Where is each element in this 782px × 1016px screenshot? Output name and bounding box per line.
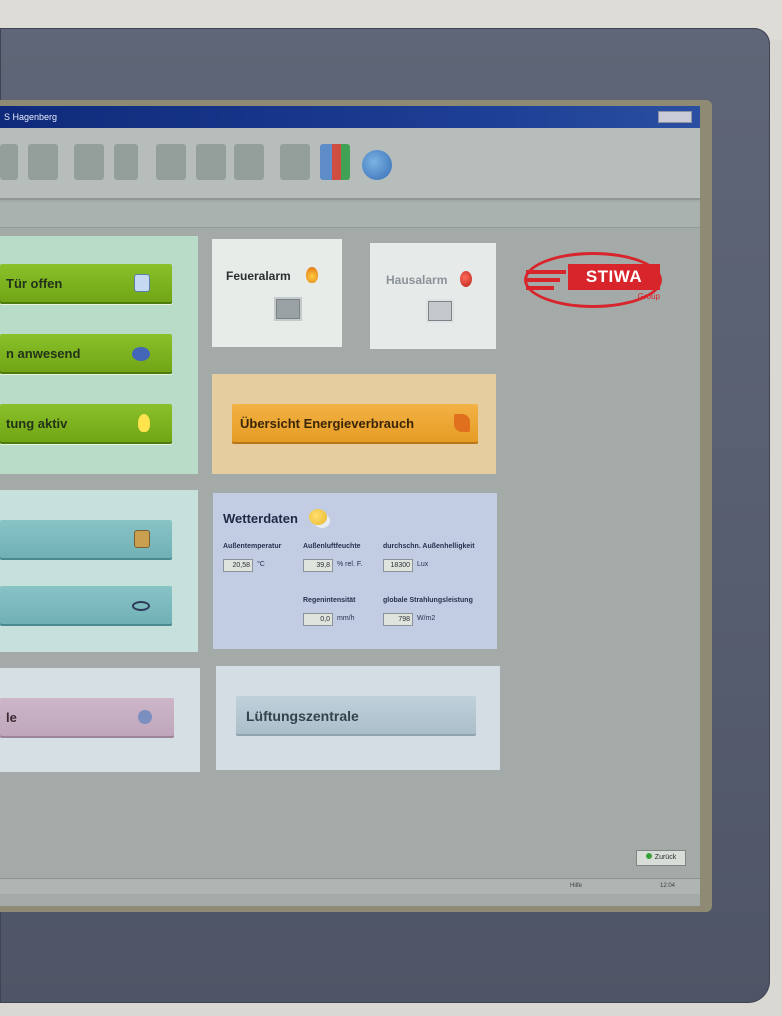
control-center-button[interactable]: le bbox=[0, 698, 174, 738]
toolbar bbox=[0, 128, 700, 200]
building-icon bbox=[134, 530, 150, 548]
energy-panel: Übersicht Energieverbrauch bbox=[212, 374, 496, 474]
energy-overview-label: Übersicht Energieverbrauch bbox=[240, 416, 415, 431]
list-icon[interactable] bbox=[74, 144, 104, 180]
solar-radiation-unit: W/m2 bbox=[417, 615, 436, 622]
house-alarm-indicator[interactable] bbox=[426, 299, 454, 323]
outdoor-humidity-value: 39,8 bbox=[303, 559, 333, 572]
gear-icon bbox=[138, 710, 152, 724]
logo-brand: STIWA bbox=[568, 264, 660, 290]
people-icon bbox=[132, 347, 150, 361]
camera-icon[interactable] bbox=[0, 144, 18, 180]
screen: S Hagenberg Tür offen n anwesend tung ak… bbox=[0, 106, 700, 906]
door-open-label: Tür offen bbox=[6, 276, 63, 291]
house-alarm-label: Hausalarm bbox=[386, 273, 448, 287]
rain-intensity-unit: mm/h bbox=[337, 615, 355, 622]
energy-overview-button[interactable]: Übersicht Energieverbrauch bbox=[232, 404, 478, 444]
door-icon bbox=[134, 274, 150, 292]
outdoor-humidity-unit: % rel. F. bbox=[337, 561, 363, 568]
outdoor-brightness-value: 18300 bbox=[383, 559, 413, 572]
fire-alarm-label: Feueralarm bbox=[226, 269, 291, 283]
stiwa-logo: STIWA Group bbox=[522, 250, 668, 312]
status-bar: Hilfe 12:04 bbox=[0, 878, 700, 894]
back-button-label: Zurück bbox=[654, 854, 677, 861]
save-icon[interactable] bbox=[156, 144, 186, 180]
copy-icon[interactable] bbox=[196, 144, 226, 180]
outdoor-brightness-unit: Lux bbox=[417, 561, 429, 568]
ventilation-panel: Lüftungszentrale bbox=[216, 666, 500, 770]
ventilation-center-label: Lüftungszentrale bbox=[246, 708, 359, 724]
sun-cloud-icon bbox=[309, 509, 327, 525]
outdoor-humidity-label: Außenluftfeuchte bbox=[303, 543, 361, 550]
door-open-button[interactable]: Tür offen bbox=[0, 264, 172, 304]
house-alarm-panel: Hausalarm bbox=[370, 243, 496, 349]
network-icon[interactable] bbox=[28, 144, 58, 180]
status-left-text: Hilfe bbox=[570, 883, 583, 889]
outdoor-temperature-unit: °C bbox=[257, 561, 265, 568]
logo-group: Group bbox=[637, 292, 660, 301]
rain-intensity-label: Regenintensität bbox=[303, 597, 356, 604]
outdoor-temperature-label: Außentemperatur bbox=[223, 543, 282, 550]
window-title: S Hagenberg bbox=[4, 112, 58, 122]
control-center-label: le bbox=[6, 710, 17, 725]
window-controls[interactable] bbox=[658, 111, 692, 123]
pointer-hand-icon bbox=[454, 414, 470, 432]
bucket-icon[interactable] bbox=[234, 144, 264, 180]
fire-alarm-indicator[interactable] bbox=[274, 297, 302, 321]
siren-icon bbox=[460, 271, 472, 287]
persons-present-label: n anwesend bbox=[6, 346, 81, 361]
solar-radiation-value: 798 bbox=[383, 613, 413, 626]
fire-alarm-panel: Feueralarm bbox=[212, 239, 342, 347]
rain-intensity-value: 0,0 bbox=[303, 613, 333, 626]
status-clock: 12:04 bbox=[660, 883, 676, 889]
ventilation-center-button[interactable]: Lüftungszentrale bbox=[236, 696, 476, 736]
control-panel: le bbox=[0, 668, 200, 772]
weather-title: Wetterdaten bbox=[223, 511, 298, 526]
status-panel: Tür offen n anwesend tung aktiv bbox=[0, 236, 198, 474]
settings-icon[interactable] bbox=[280, 144, 310, 180]
building-panel bbox=[0, 490, 198, 652]
chain-icon bbox=[132, 601, 150, 611]
building-button[interactable] bbox=[0, 520, 172, 560]
window-titlebar: S Hagenberg bbox=[0, 106, 700, 128]
filter-icon[interactable] bbox=[114, 144, 138, 180]
lighting-active-label: tung aktiv bbox=[6, 416, 68, 431]
outdoor-temperature-value: 20,58 bbox=[223, 559, 253, 572]
persons-present-button[interactable]: n anwesend bbox=[0, 334, 172, 374]
lighting-active-button[interactable]: tung aktiv bbox=[0, 404, 172, 444]
back-arrow-icon bbox=[645, 853, 652, 859]
weather-panel: Wetterdaten Außentemperatur 20,58 °C Auß… bbox=[213, 493, 497, 649]
navigation-bar bbox=[0, 202, 700, 228]
flame-icon bbox=[306, 267, 318, 283]
internet-icon[interactable] bbox=[362, 150, 392, 180]
light-bulb-icon bbox=[138, 414, 150, 432]
multi-window-icon[interactable] bbox=[320, 144, 350, 180]
solar-radiation-label: globale Strahlungsleistung bbox=[383, 597, 473, 604]
connection-button[interactable] bbox=[0, 586, 172, 626]
outdoor-brightness-label: durchschn. Außenhelligkeit bbox=[383, 543, 475, 550]
back-button[interactable]: Zurück bbox=[636, 850, 686, 866]
